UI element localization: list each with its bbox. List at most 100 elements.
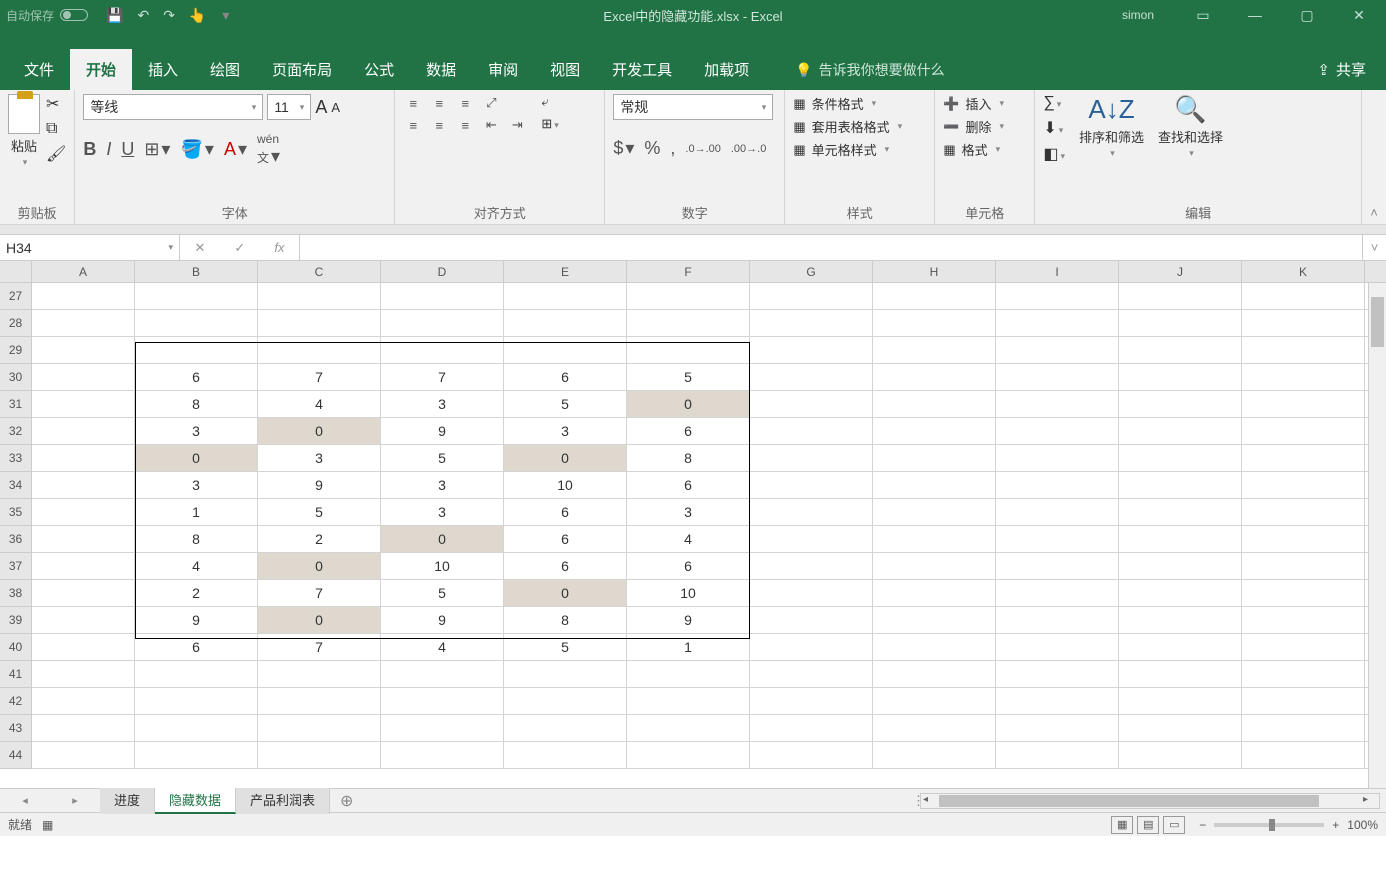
- tab-insert[interactable]: 插入: [132, 49, 194, 90]
- cell[interactable]: [258, 337, 381, 364]
- row-header[interactable]: 44: [0, 742, 32, 769]
- cell[interactable]: [750, 310, 873, 337]
- cell-styles-button[interactable]: ▦单元格样式▾: [793, 140, 902, 159]
- expand-formula-bar-icon[interactable]: ˅: [1362, 235, 1386, 260]
- font-name-combo[interactable]: 等线▾: [83, 94, 263, 120]
- cell[interactable]: [32, 553, 135, 580]
- format-cells-button[interactable]: ▦格式▾: [943, 140, 1004, 159]
- fill-icon[interactable]: ⬇▾: [1043, 118, 1065, 138]
- column-header[interactable]: B: [135, 261, 258, 282]
- zoom-level[interactable]: 100%: [1347, 818, 1378, 832]
- row-header[interactable]: 34: [0, 472, 32, 499]
- row-header[interactable]: 41: [0, 661, 32, 688]
- cell[interactable]: [32, 364, 135, 391]
- tab-draw[interactable]: 绘图: [194, 49, 256, 90]
- cell[interactable]: [258, 283, 381, 310]
- cell[interactable]: [504, 742, 627, 769]
- sheet-nav-prev-icon[interactable]: ◂: [22, 794, 28, 807]
- row-header[interactable]: 29: [0, 337, 32, 364]
- cell[interactable]: [750, 391, 873, 418]
- cell[interactable]: [627, 283, 750, 310]
- cell[interactable]: [381, 283, 504, 310]
- cell[interactable]: [996, 472, 1119, 499]
- cell[interactable]: [996, 634, 1119, 661]
- indent-increase-icon[interactable]: ⇥: [507, 116, 527, 134]
- cell[interactable]: 0: [504, 445, 627, 472]
- cell[interactable]: [750, 526, 873, 553]
- delete-cells-button[interactable]: ➖删除▾: [943, 117, 1004, 136]
- user-name[interactable]: simon: [1122, 8, 1154, 22]
- cell[interactable]: [381, 715, 504, 742]
- cell[interactable]: [750, 553, 873, 580]
- cell[interactable]: [873, 418, 996, 445]
- cell[interactable]: [381, 661, 504, 688]
- cell[interactable]: 4: [135, 553, 258, 580]
- view-page-break-icon[interactable]: ▭: [1163, 816, 1185, 834]
- column-header[interactable]: G: [750, 261, 873, 282]
- cell[interactable]: [381, 742, 504, 769]
- cell[interactable]: 6: [627, 472, 750, 499]
- cell[interactable]: [504, 661, 627, 688]
- sheet-tab[interactable]: 隐藏数据: [155, 787, 236, 814]
- cell[interactable]: [750, 634, 873, 661]
- cell[interactable]: [1119, 580, 1242, 607]
- cell[interactable]: [258, 310, 381, 337]
- cell[interactable]: [135, 310, 258, 337]
- cell[interactable]: 3: [627, 499, 750, 526]
- cell[interactable]: [873, 310, 996, 337]
- tab-file[interactable]: 文件: [8, 49, 70, 90]
- cell[interactable]: [1242, 715, 1365, 742]
- zoom-out-icon[interactable]: −: [1199, 818, 1206, 832]
- cell[interactable]: [996, 499, 1119, 526]
- cell[interactable]: [873, 526, 996, 553]
- cell[interactable]: 6: [627, 418, 750, 445]
- cell[interactable]: [32, 499, 135, 526]
- row-header[interactable]: 31: [0, 391, 32, 418]
- cell[interactable]: [1242, 526, 1365, 553]
- indent-decrease-icon[interactable]: ⇤: [481, 116, 501, 134]
- cell[interactable]: [32, 634, 135, 661]
- cell[interactable]: [1242, 391, 1365, 418]
- bold-button[interactable]: B: [83, 139, 96, 160]
- orientation-icon[interactable]: ⤢: [481, 94, 501, 112]
- row-header[interactable]: 33: [0, 445, 32, 472]
- cell[interactable]: [258, 715, 381, 742]
- cell[interactable]: [873, 283, 996, 310]
- maximize-icon[interactable]: ▢: [1284, 0, 1330, 30]
- cell[interactable]: [258, 742, 381, 769]
- tab-data[interactable]: 数据: [410, 49, 472, 90]
- cell[interactable]: [135, 688, 258, 715]
- cell[interactable]: 10: [627, 580, 750, 607]
- cell[interactable]: [750, 445, 873, 472]
- clear-icon[interactable]: ◧▾: [1043, 144, 1065, 164]
- align-right-icon[interactable]: ≡: [455, 116, 475, 134]
- zoom-in-icon[interactable]: +: [1332, 818, 1339, 832]
- row-header[interactable]: 39: [0, 607, 32, 634]
- split-handle[interactable]: ⋮: [912, 793, 920, 809]
- cell[interactable]: [32, 607, 135, 634]
- undo-icon[interactable]: ↶: [137, 7, 149, 24]
- tab-developer[interactable]: 开发工具: [596, 49, 688, 90]
- hscroll-right-icon[interactable]: ▸: [1363, 794, 1377, 808]
- cell[interactable]: [750, 418, 873, 445]
- format-painter-icon[interactable]: 🖌: [46, 144, 66, 164]
- cell[interactable]: [1242, 283, 1365, 310]
- cell[interactable]: [627, 661, 750, 688]
- cell[interactable]: [873, 364, 996, 391]
- column-header[interactable]: C: [258, 261, 381, 282]
- cell[interactable]: [1119, 472, 1242, 499]
- cell[interactable]: [996, 283, 1119, 310]
- italic-button[interactable]: I: [106, 139, 111, 160]
- cell[interactable]: [750, 742, 873, 769]
- cell[interactable]: [258, 661, 381, 688]
- name-box[interactable]: H34▾: [0, 235, 180, 260]
- column-header[interactable]: A: [32, 261, 135, 282]
- cell[interactable]: [873, 499, 996, 526]
- cell[interactable]: [504, 715, 627, 742]
- cell[interactable]: [1119, 418, 1242, 445]
- tab-layout[interactable]: 页面布局: [256, 49, 348, 90]
- cell[interactable]: 5: [504, 634, 627, 661]
- cell[interactable]: 3: [135, 418, 258, 445]
- cell[interactable]: 9: [627, 607, 750, 634]
- number-format-combo[interactable]: 常规▾: [613, 94, 773, 120]
